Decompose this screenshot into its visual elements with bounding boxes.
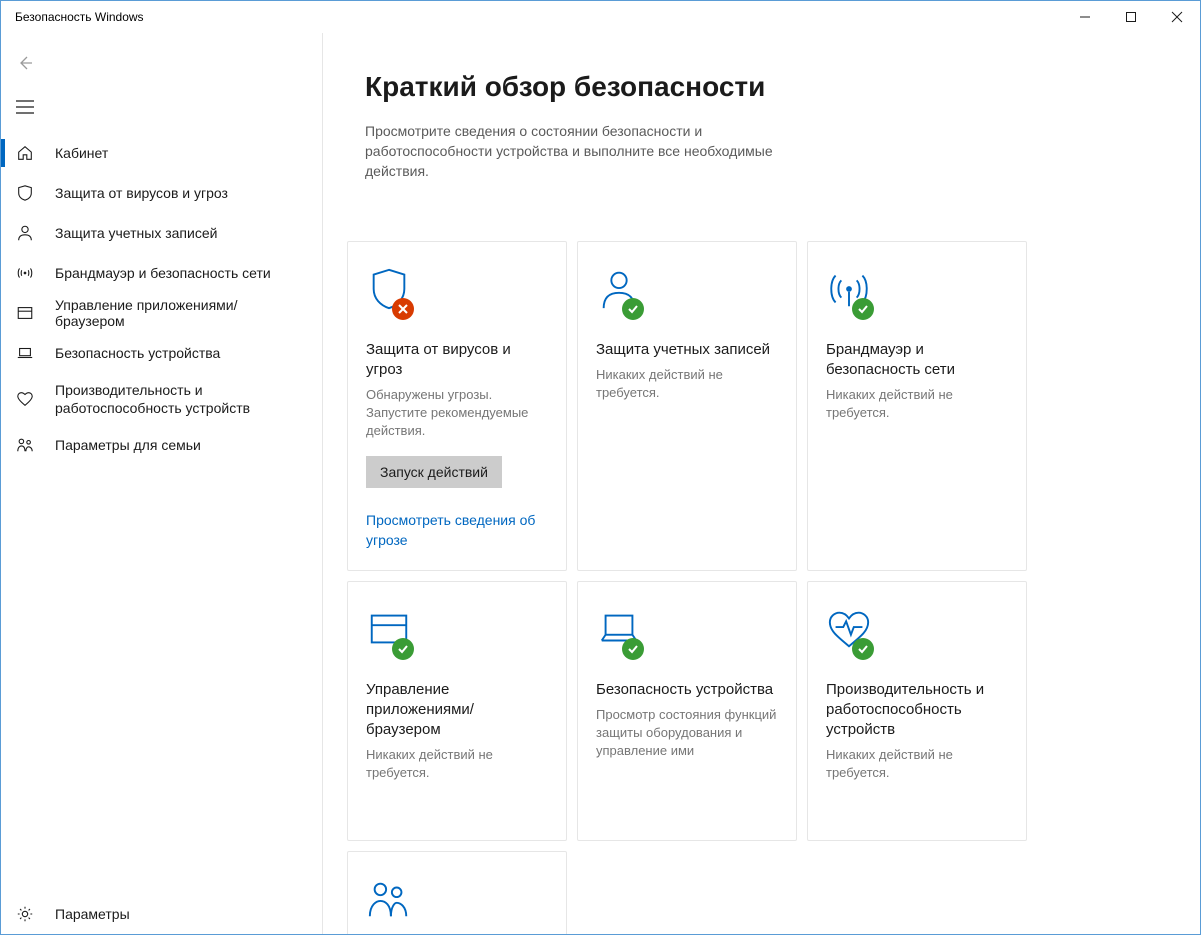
card-title: Безопасность устройства xyxy=(596,680,778,700)
sidebar-item-label: Кабинет xyxy=(55,145,108,161)
main[interactable]: Краткий обзор безопасности Просмотрите с… xyxy=(323,33,1200,934)
card-virus[interactable]: Защита от вирусов и угроз Обнаружены угр… xyxy=(347,241,567,571)
card-title: Управление приложениями/браузером xyxy=(366,680,548,740)
card-desc: Никаких действий не требуется. xyxy=(596,366,778,402)
gear-icon xyxy=(15,904,35,924)
titlebar: Безопасность Windows xyxy=(1,1,1200,33)
main-inner: Краткий обзор безопасности Просмотрите с… xyxy=(323,33,1200,934)
card-title: Защита от вирусов и угроз xyxy=(366,340,548,380)
status-badge-ok xyxy=(622,298,644,320)
card-icon xyxy=(596,606,648,658)
status-badge-error xyxy=(392,298,414,320)
hamburger-button[interactable] xyxy=(1,87,49,127)
card-family[interactable]: Параметры для семьи xyxy=(347,851,567,934)
sidebar-item-label: Брандмауэр и безопасность сети xyxy=(55,265,271,281)
run-actions-button[interactable]: Запуск действий xyxy=(366,456,502,488)
back-icon xyxy=(16,54,34,72)
card-firewall[interactable]: Брандмауэр и безопасность сети Никаких д… xyxy=(807,241,1027,571)
card-desc: Просмотр состояния функций защиты оборуд… xyxy=(596,706,778,760)
card-appbrowser[interactable]: Управление приложениями/браузером Никаки… xyxy=(347,581,567,841)
view-threat-link[interactable]: Просмотреть сведения об угрозе xyxy=(366,510,548,550)
family-icon xyxy=(366,876,412,922)
card-desc: Никаких действий не требуется. xyxy=(826,746,1008,782)
cards-grid: Защита от вирусов и угроз Обнаружены угр… xyxy=(323,195,1200,934)
window-controls xyxy=(1062,1,1200,33)
window: Безопасность Windows xyxy=(0,0,1201,935)
body: Кабинет Защита от вирусов и угроз Защита… xyxy=(1,33,1200,934)
close-button[interactable] xyxy=(1154,1,1200,33)
card-icon xyxy=(826,266,878,318)
card-title: Защита учетных записей xyxy=(596,340,778,360)
sidebar-item-label: Параметры xyxy=(55,906,130,922)
sidebar-item-label: Безопасность устройства xyxy=(55,345,220,361)
nav: Кабинет Защита от вирусов и угроз Защита… xyxy=(1,133,322,894)
heart-icon xyxy=(15,389,35,409)
minimize-button[interactable] xyxy=(1062,1,1108,33)
card-desc: Никаких действий не требуется. xyxy=(826,386,1008,422)
status-badge-ok xyxy=(622,638,644,660)
minimize-icon xyxy=(1080,12,1090,22)
sidebar-item-home[interactable]: Кабинет xyxy=(1,133,322,173)
page-title: Краткий обзор безопасности xyxy=(323,71,1200,103)
sidebar-item-label: Параметры для семьи xyxy=(55,437,201,453)
card-desc: Обнаружены угрозы. Запустите рекомендуем… xyxy=(366,386,548,440)
sidebar-item-virus[interactable]: Защита от вирусов и угроз xyxy=(1,173,322,213)
card-account[interactable]: Защита учетных записей Никаких действий … xyxy=(577,241,797,571)
sidebar-item-device[interactable]: Безопасность устройства xyxy=(1,333,322,373)
person-icon xyxy=(15,223,35,243)
card-health[interactable]: Производительность и работоспособность у… xyxy=(807,581,1027,841)
page-subtitle: Просмотрите сведения о состоянии безопас… xyxy=(323,121,843,181)
sidebar-item-account[interactable]: Защита учетных записей xyxy=(1,213,322,253)
family-icon xyxy=(15,435,35,455)
status-badge-ok xyxy=(392,638,414,660)
card-icon xyxy=(366,876,418,928)
card-icon xyxy=(366,606,418,658)
sidebar-item-appbrowser[interactable]: Управление приложениями/браузером xyxy=(1,293,322,333)
shield-icon xyxy=(15,183,35,203)
card-device[interactable]: Безопасность устройства Просмотр состоян… xyxy=(577,581,797,841)
sidebar-footer: Параметры xyxy=(1,894,322,934)
app-window-icon xyxy=(15,303,35,323)
status-badge-ok xyxy=(852,298,874,320)
antenna-icon xyxy=(15,263,35,283)
maximize-button[interactable] xyxy=(1108,1,1154,33)
card-icon xyxy=(366,266,418,318)
maximize-icon xyxy=(1126,12,1136,22)
home-icon xyxy=(15,143,35,163)
sidebar: Кабинет Защита от вирусов и угроз Защита… xyxy=(1,33,323,934)
sidebar-item-family[interactable]: Параметры для семьи xyxy=(1,425,322,465)
card-icon xyxy=(826,606,878,658)
sidebar-item-label: Управление приложениями/браузером xyxy=(55,297,306,329)
status-badge-ok xyxy=(852,638,874,660)
card-title: Брандмауэр и безопасность сети xyxy=(826,340,1008,380)
sidebar-item-label: Защита учетных записей xyxy=(55,225,217,241)
card-icon xyxy=(596,266,648,318)
back-button[interactable] xyxy=(1,43,49,83)
sidebar-item-health[interactable]: Производительность и работоспособность у… xyxy=(1,373,322,425)
sidebar-item-label: Производительность и работоспособность у… xyxy=(55,381,306,417)
sidebar-top xyxy=(1,33,322,133)
hamburger-icon xyxy=(16,100,34,114)
sidebar-item-label: Защита от вирусов и угроз xyxy=(55,185,228,201)
laptop-icon xyxy=(15,343,35,363)
sidebar-item-firewall[interactable]: Брандмауэр и безопасность сети xyxy=(1,253,322,293)
card-title: Производительность и работоспособность у… xyxy=(826,680,1008,740)
window-title: Безопасность Windows xyxy=(1,10,144,24)
close-icon xyxy=(1172,12,1182,22)
sidebar-item-settings[interactable]: Параметры xyxy=(1,894,322,934)
card-desc: Никаких действий не требуется. xyxy=(366,746,548,782)
